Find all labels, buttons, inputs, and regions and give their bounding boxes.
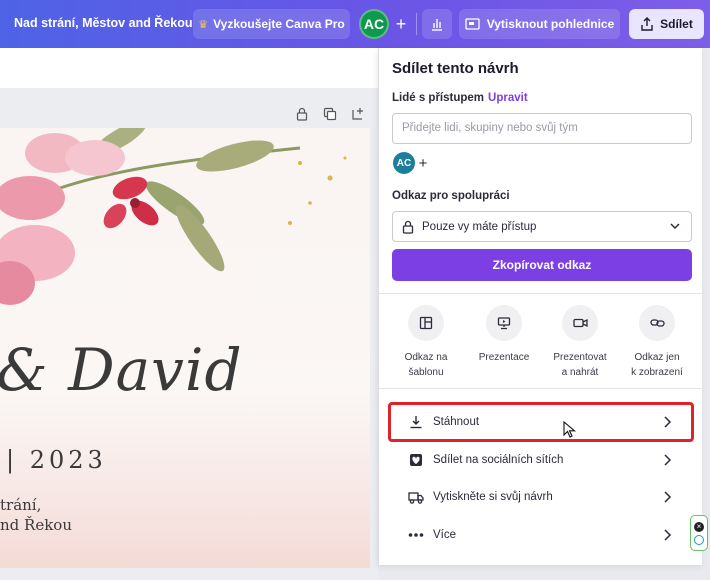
event-year: | 2023 xyxy=(6,446,107,474)
duplicate-icon[interactable] xyxy=(322,106,338,122)
insights-button[interactable] xyxy=(422,9,452,39)
more-row[interactable]: Více xyxy=(391,518,691,552)
download-row[interactable]: Stáhnout xyxy=(388,402,694,442)
venue-line-2: nd Řekou xyxy=(0,516,72,534)
add-people-input[interactable]: Přidejte lidi, skupiny nebo svůj tým xyxy=(392,113,692,144)
user-avatar[interactable]: AC xyxy=(359,9,389,39)
circle-icon[interactable] xyxy=(694,534,704,545)
access-level-select[interactable]: Pouze vy máte přístup xyxy=(392,211,692,242)
download-icon xyxy=(405,415,427,429)
video-camera-icon xyxy=(562,305,598,341)
add-page-icon[interactable] xyxy=(350,106,366,122)
share-panel-title: Sdílet tento návrh xyxy=(392,60,519,77)
template-link-label: Odkaz na šablonu xyxy=(404,352,448,378)
add-collaborator-icon[interactable]: + xyxy=(416,152,430,174)
people-with-access-label: Lidé s přístupem Upravit xyxy=(392,92,528,104)
lock-icon[interactable] xyxy=(294,106,310,122)
collaborator-avatar[interactable]: AC xyxy=(393,152,415,174)
view-only-link-label: Odkaz jen k zobrazení xyxy=(631,352,683,378)
floating-helper-widget[interactable]: × xyxy=(690,515,708,551)
share-button[interactable]: Sdílet xyxy=(629,9,704,39)
share-panel: Sdílet tento návrh Lidé s přístupem Uprav… xyxy=(378,48,702,565)
present-and-record-option[interactable]: Prezentovat a nahrát xyxy=(541,305,619,380)
print-design-row[interactable]: Vytiskněte si svůj návrh xyxy=(391,480,691,514)
couple-names: & David xyxy=(0,336,243,404)
panel-divider xyxy=(379,293,702,294)
try-canva-pro-label: Vyzkoušejte Canva Pro xyxy=(213,17,345,31)
presentation-option[interactable]: Prezentace xyxy=(465,305,543,365)
top-bar: Nad strání, Městov and Řekou ♛ Vyzkoušej… xyxy=(0,0,710,48)
more-icon xyxy=(405,532,427,538)
toolbar-divider xyxy=(416,13,417,35)
copy-link-button[interactable]: Zkopírovat odkaz xyxy=(392,249,692,281)
share-upload-icon xyxy=(641,17,653,31)
template-link-option[interactable]: Odkaz na šablonu xyxy=(387,305,465,380)
bar-chart-icon xyxy=(432,19,442,31)
print-design-label: Vytiskněte si svůj návrh xyxy=(433,491,553,503)
floral-decoration xyxy=(0,128,347,305)
postcard-icon xyxy=(465,18,480,30)
more-label: Více xyxy=(433,529,457,541)
heart-icon xyxy=(405,453,427,467)
chevron-right-icon xyxy=(664,529,672,541)
chevron-right-icon xyxy=(664,416,672,428)
try-canva-pro-button[interactable]: ♛ Vyzkoušejte Canva Pro xyxy=(193,9,350,39)
close-icon[interactable]: × xyxy=(694,521,704,532)
lock-icon xyxy=(402,220,414,234)
share-social-row[interactable]: Sdílet na sociálních sítích xyxy=(391,443,691,477)
template-icon xyxy=(408,305,444,341)
truck-icon xyxy=(405,491,427,504)
print-postcards-label: Vytisknout pohlednice xyxy=(486,17,615,31)
print-postcards-button[interactable]: Vytisknout pohlednice xyxy=(459,9,620,39)
crown-icon: ♛ xyxy=(198,18,209,31)
chevron-right-icon xyxy=(664,491,672,503)
link-icon xyxy=(639,305,675,341)
access-level-value: Pouze vy máte přístup xyxy=(422,220,537,233)
presentation-label: Prezentace xyxy=(478,352,530,363)
design-page[interactable]: & David | 2023 trání, nd Řekou xyxy=(0,128,370,568)
document-title[interactable]: Nad strání, Městov and Řekou xyxy=(14,16,193,30)
page-actions xyxy=(294,106,366,122)
download-label: Stáhnout xyxy=(433,416,480,428)
share-social-label: Sdílet na sociálních sítích xyxy=(433,454,564,466)
venue-line-1: trání, xyxy=(0,496,42,514)
collaboration-link-label: Odkaz pro spolupráci xyxy=(392,190,510,202)
share-label: Sdílet xyxy=(660,17,693,31)
view-only-link-option[interactable]: Odkaz jen k zobrazení xyxy=(618,305,696,380)
presentation-icon xyxy=(486,305,522,341)
add-people-icon[interactable]: + xyxy=(390,12,412,36)
present-and-record-label: Prezentovat a nahrát xyxy=(553,352,607,378)
chevron-down-icon xyxy=(670,223,680,230)
panel-divider xyxy=(379,388,702,389)
edit-access-link[interactable]: Upravit xyxy=(488,92,528,104)
chevron-right-icon xyxy=(664,454,672,466)
editor-toolbar xyxy=(0,48,378,88)
mouse-cursor-icon xyxy=(563,421,577,438)
people-with-access-text: Lidé s přístupem xyxy=(392,92,485,104)
